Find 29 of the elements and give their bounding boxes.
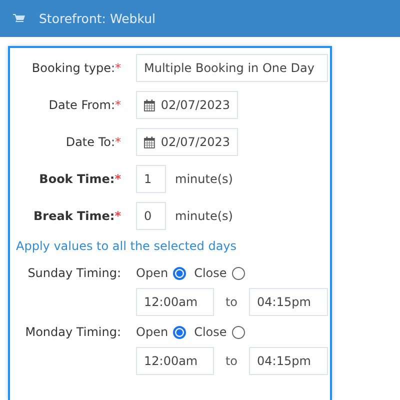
to-label: to — [224, 295, 239, 309]
time-field[interactable]: 04:15pm — [249, 347, 328, 375]
calendar-icon — [144, 136, 155, 148]
unit-label: minute(s) — [175, 172, 233, 186]
input-field[interactable]: Multiple Booking in One Day — [136, 54, 328, 82]
input-field[interactable]: 02/07/2023 — [136, 128, 238, 156]
field-label: Date From:* — [48, 98, 121, 112]
to-label: to — [224, 354, 239, 368]
time-field[interactable]: 04:15pm — [249, 288, 328, 316]
apply-link[interactable]: Apply values to all the selected days — [16, 239, 330, 253]
cart-icon — [13, 14, 25, 24]
store-title: Storefront: Webkul — [39, 11, 156, 26]
radio-option[interactable]: Open — [136, 266, 186, 280]
radio-option[interactable]: Open — [136, 325, 186, 339]
day-label: Monday Timing: — [24, 325, 121, 339]
radio-option[interactable]: Close — [194, 266, 245, 280]
day-label: Sunday Timing: — [26, 266, 121, 280]
calendar-icon — [144, 98, 155, 112]
field-label: Date To:* — [64, 135, 121, 149]
unit-label: minute(s) — [175, 209, 233, 223]
field-label: Break Time:* — [32, 209, 121, 223]
time-field[interactable]: 12:00am — [136, 347, 214, 375]
field-label: Booking type:* — [30, 61, 121, 75]
input-field[interactable]: 02/07/2023 — [136, 91, 238, 119]
radio-option[interactable]: Close — [194, 325, 245, 339]
input-field[interactable]: 0 — [136, 202, 166, 230]
field-label: Book Time:* — [38, 172, 121, 186]
time-field[interactable]: 12:00am — [136, 288, 214, 316]
input-field[interactable]: 1 — [136, 165, 166, 193]
